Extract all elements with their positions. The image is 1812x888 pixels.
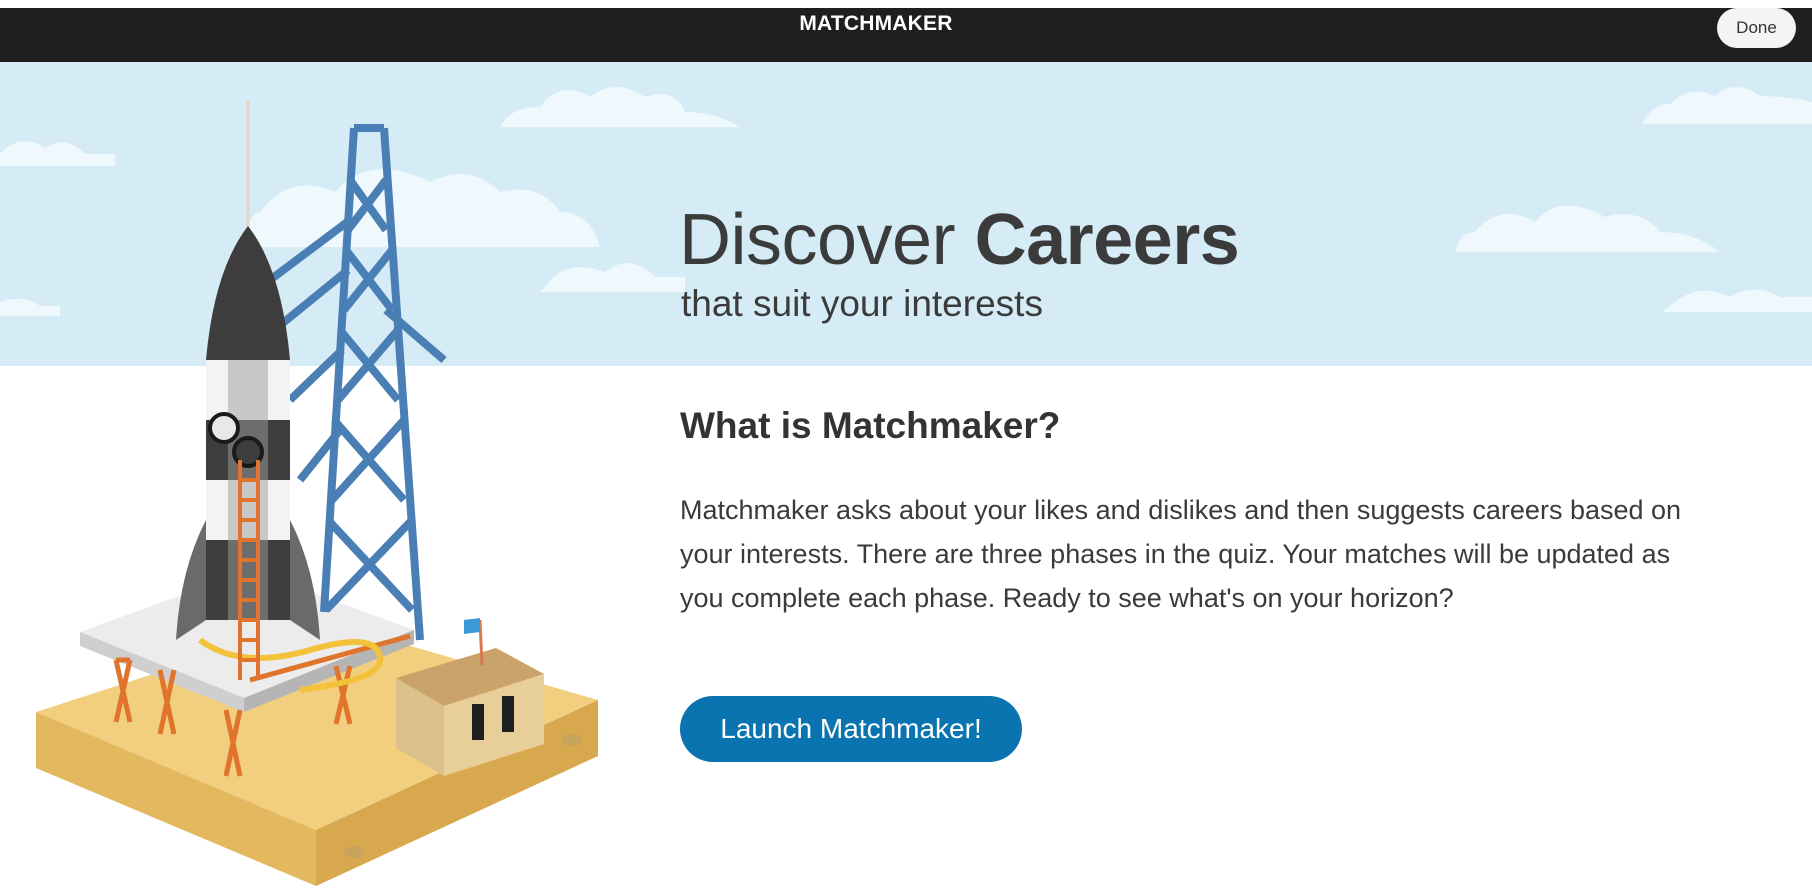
hero-title-bold: Careers [974, 200, 1240, 280]
intro-description: Matchmaker asks about your likes and dis… [680, 495, 1682, 613]
brand-title: MATCHMAKER [799, 12, 953, 35]
hero-title-light: Discover [679, 200, 956, 280]
done-button[interactable]: Done [1717, 8, 1796, 48]
top-strip [0, 0, 1812, 8]
section-heading: What is Matchmaker? [680, 405, 1061, 446]
hero-title: Discover Careers [679, 196, 1240, 284]
launch-matchmaker-button[interactable]: Launch Matchmaker! [680, 696, 1022, 762]
top-navbar: MATCHMAKER Done [0, 8, 1812, 62]
hero-subtitle: that suit your interests [681, 283, 1043, 324]
rocket-launch-pad-illustration [36, 100, 598, 886]
